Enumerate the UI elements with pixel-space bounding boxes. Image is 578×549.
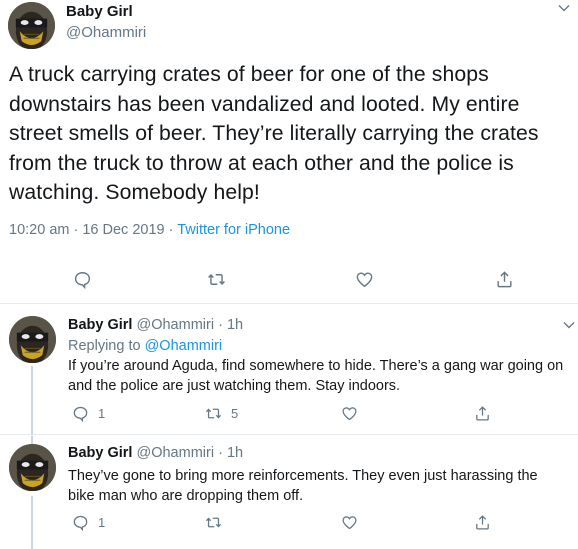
retweet-button[interactable]	[205, 512, 222, 532]
like-button[interactable]	[341, 403, 358, 423]
avatar[interactable]	[9, 444, 56, 491]
thread-line	[31, 366, 33, 435]
author-name[interactable]: Baby Girl	[68, 317, 132, 333]
tweet-actions: 1	[0, 512, 578, 532]
reply-header: Baby Girl @Ohammiri · 1h	[68, 317, 243, 333]
author-handle-time[interactable]: @Ohammiri · 1h	[137, 445, 244, 461]
reply-button[interactable]: 1	[72, 512, 105, 532]
author-handle-time[interactable]: @Ohammiri · 1h	[137, 317, 244, 333]
comment-icon	[73, 406, 88, 422]
reply-button[interactable]: 1	[72, 403, 105, 423]
heart-icon	[342, 406, 357, 420]
reply-tweet[interactable]: Baby Girl @Ohammiri · 1h They’ve gone to…	[0, 436, 578, 549]
heart-icon	[342, 515, 357, 529]
comment-icon	[74, 271, 91, 289]
replying-prefix: Replying to	[68, 338, 145, 354]
like-button[interactable]	[341, 512, 358, 532]
retweet-icon	[208, 273, 225, 285]
reply-count: 1	[98, 405, 106, 421]
share-button[interactable]	[495, 266, 514, 292]
chevron-down-icon[interactable]	[562, 318, 576, 332]
reply-header: Baby Girl @Ohammiri · 1h	[68, 445, 243, 461]
thread-line	[31, 436, 33, 444]
reply-button[interactable]	[73, 266, 92, 292]
tweet-actions	[0, 266, 578, 292]
share-button[interactable]	[474, 512, 491, 532]
like-button[interactable]	[355, 266, 374, 292]
avatar[interactable]	[8, 2, 55, 49]
reply-count: 1	[98, 514, 106, 530]
author-name[interactable]: Baby Girl	[66, 3, 133, 20]
tweet-source[interactable]: Twitter for iPhone	[177, 222, 290, 238]
tweet-text: They’ve gone to bring more reinforcement…	[68, 468, 538, 504]
replying-to-handle[interactable]: @Ohammiri	[145, 338, 223, 354]
tweet-meta: 10:20 am · 16 Dec 2019 · Twitter for iPh…	[9, 222, 290, 238]
main-tweet: Baby Girl @Ohammiri A truck carrying cra…	[0, 0, 578, 304]
author-handle[interactable]: @Ohammiri	[66, 24, 146, 41]
retweet-button[interactable]: 5	[205, 403, 238, 423]
share-icon	[476, 514, 489, 530]
replying-to: Replying to @Ohammiri	[68, 338, 222, 354]
retweet-icon	[205, 408, 222, 418]
retweet-count: 5	[231, 405, 239, 421]
tweet-timestamp[interactable]: 10:20 am · 16 Dec 2019 ·	[9, 222, 177, 238]
share-button[interactable]	[474, 403, 491, 423]
chevron-down-icon[interactable]	[557, 1, 571, 15]
tweet-text: A truck carrying crates of beer for one …	[9, 63, 539, 204]
avatar[interactable]	[9, 316, 56, 363]
share-icon	[476, 405, 489, 421]
retweet-icon	[205, 517, 222, 527]
reply-tweet[interactable]: Baby Girl @Ohammiri · 1h Replying to @Oh…	[0, 305, 578, 435]
author-name[interactable]: Baby Girl	[68, 445, 132, 461]
tweet-actions: 1 5	[0, 403, 578, 423]
retweet-button[interactable]	[207, 266, 226, 292]
share-icon	[497, 270, 512, 287]
heart-icon	[356, 271, 373, 287]
tweet-text: If you’re around Aguda, find somewhere t…	[68, 358, 564, 394]
comment-icon	[73, 515, 88, 531]
